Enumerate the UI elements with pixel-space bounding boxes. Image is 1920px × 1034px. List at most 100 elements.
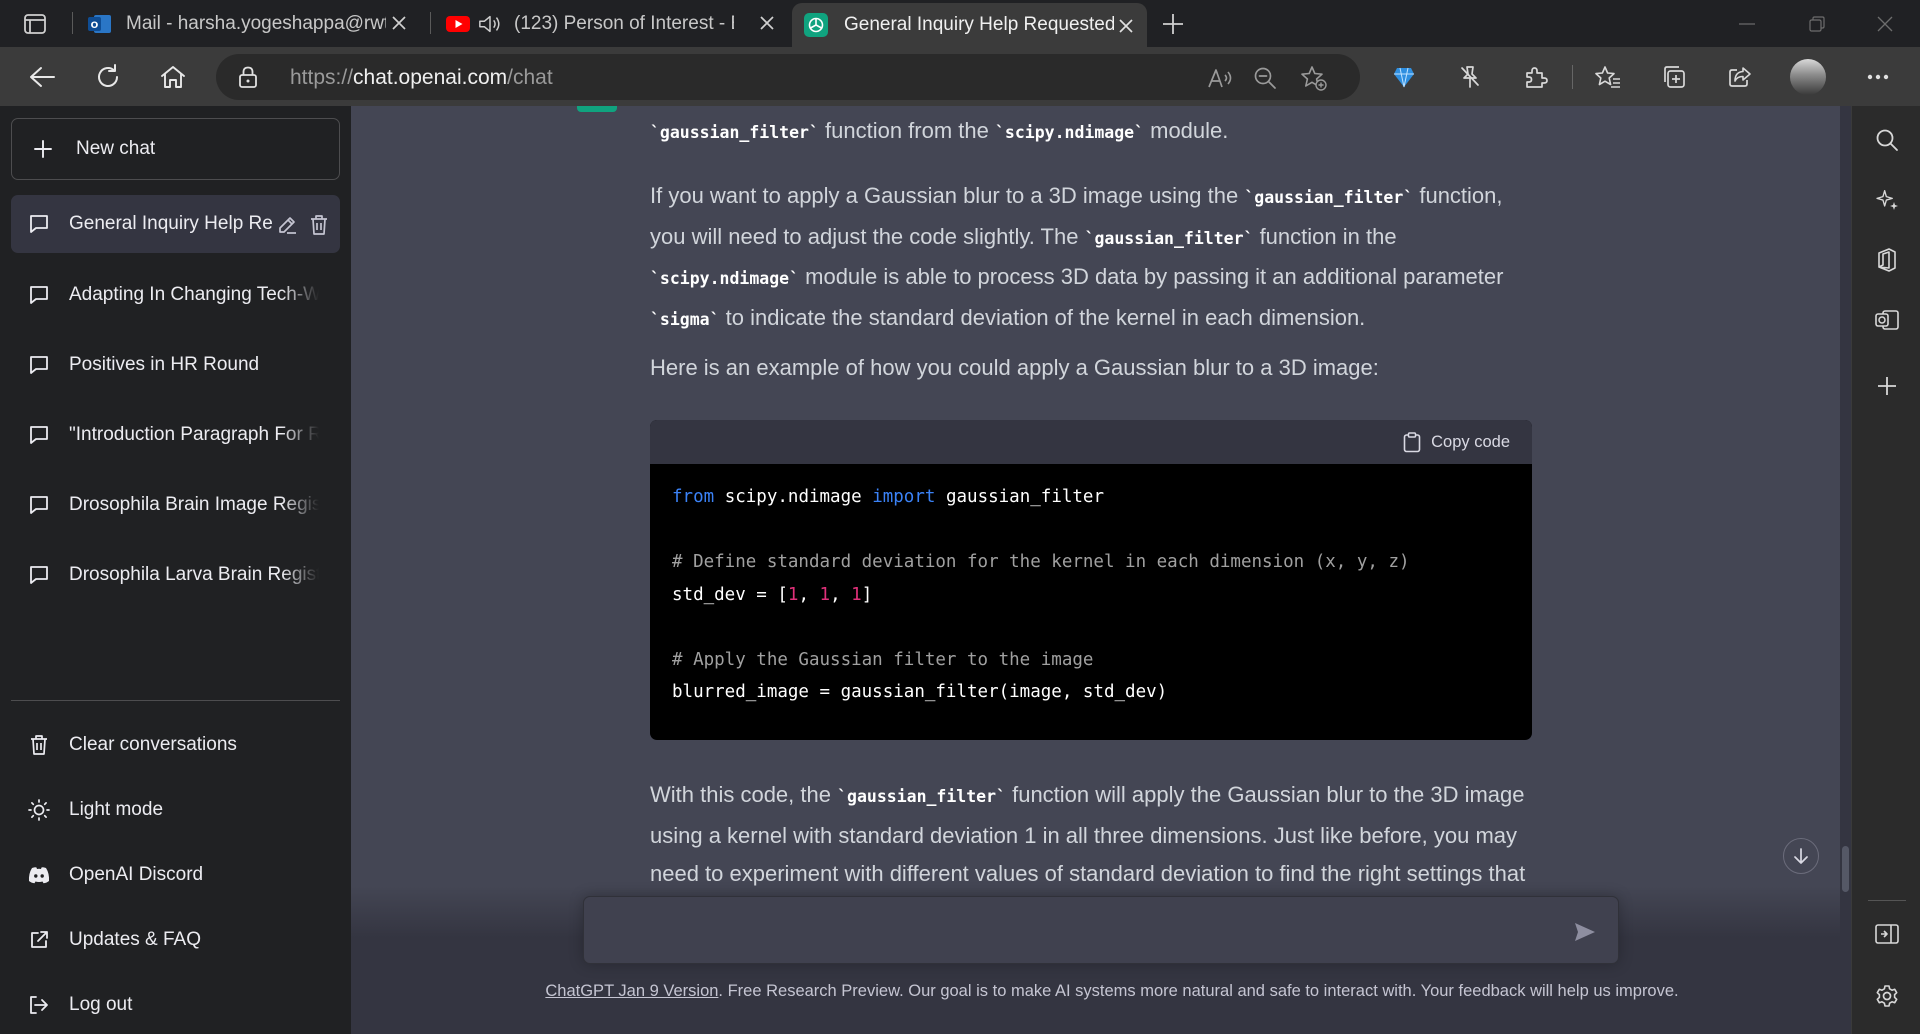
message-input[interactable] <box>602 915 1552 947</box>
paragraph-text: module is able to process 3D data by pas… <box>799 264 1504 289</box>
menu-label: Log out <box>69 994 133 1015</box>
version-link[interactable]: ChatGPT Jan 9 Version <box>545 982 718 1000</box>
conversation-item[interactable]: Adapting In Changing Tech-W <box>11 266 340 324</box>
conversation-item[interactable]: Positives in HR Round <box>11 336 340 394</box>
clear-conversations-button[interactable]: Clear conversations <box>11 717 340 773</box>
settings-more-icon[interactable] <box>1858 57 1898 97</box>
code-line: blurred_image = gaussian_filter(image, s… <box>672 682 1168 702</box>
chat-sidebar: New chat General Inquiry Help Re Adaptin… <box>0 106 351 1034</box>
code-number: 1 <box>851 584 862 605</box>
chat-bubble-icon <box>27 354 51 376</box>
conversation-label: Positives in HR Round <box>69 354 260 375</box>
lock-icon[interactable] <box>238 66 258 88</box>
tab-title: General Inquiry Help Requested <box>844 14 1114 35</box>
gear-icon[interactable] <box>1869 978 1905 1014</box>
edge-sidebar-divider <box>1868 900 1906 901</box>
collections-icon[interactable] <box>1654 57 1694 97</box>
code-token: , <box>830 584 852 605</box>
read-aloud-icon[interactable] <box>1204 62 1236 94</box>
code-number: 1 <box>819 584 831 605</box>
code-block: Copy code from scipy.ndimage import gaus… <box>650 420 1532 740</box>
back-button[interactable] <box>22 57 62 97</box>
hide-sidebar-icon[interactable] <box>1869 916 1905 952</box>
conversation-item[interactable]: Drosophila Larva Brain Registra <box>11 546 340 604</box>
extension-gem-icon[interactable] <box>1384 57 1424 97</box>
sidebar-divider <box>11 700 340 701</box>
code-number: 1 <box>787 584 799 605</box>
share-icon[interactable] <box>1720 57 1760 97</box>
inline-code: `scipy.ndimage` <box>994 123 1144 142</box>
code-token: gaussian_filter <box>935 487 1104 507</box>
minimize-button[interactable] <box>1712 0 1782 47</box>
extension-pin-icon[interactable] <box>1450 57 1490 97</box>
discover-sparkle-icon[interactable] <box>1869 182 1905 218</box>
conversation-item[interactable]: "Introduction Paragraph For Re <box>11 406 340 464</box>
browser-toolbar: https://chat.openai.com/chat <box>0 47 1920 106</box>
profile-avatar[interactable] <box>1790 59 1826 95</box>
delete-trash-icon[interactable] <box>307 213 331 237</box>
inline-code: `gaussian_filter` <box>650 123 819 142</box>
footer-disclaimer: ChatGPT Jan 9 Version. Free Research Pre… <box>351 982 1851 1001</box>
copy-code-button[interactable]: Copy code <box>1431 433 1510 452</box>
outlook-icon: O <box>88 12 112 36</box>
chat-bubble-icon <box>27 213 51 235</box>
conversation-label: Drosophila Brain Image Registr <box>69 494 319 515</box>
scrollbar-thumb[interactable] <box>1842 846 1849 892</box>
conversation-item[interactable]: Drosophila Brain Image Registr <box>11 476 340 534</box>
menu-label: Clear conversations <box>69 734 237 755</box>
home-button[interactable] <box>153 57 193 97</box>
light-mode-button[interactable]: Light mode <box>11 782 340 838</box>
code-block-header: Copy code <box>650 420 1532 464</box>
address-bar[interactable]: https://chat.openai.com/chat <box>216 54 1360 100</box>
browser-tab-strip: O Mail - harsha.yogeshappa@rwth (123) Pe… <box>0 0 1920 47</box>
restore-button[interactable] <box>1782 0 1852 47</box>
updates-faq-link[interactable]: Updates & FAQ <box>11 912 340 968</box>
url-scheme: https:// <box>290 66 354 89</box>
svg-text:O: O <box>91 21 99 31</box>
favorites-icon[interactable] <box>1588 57 1628 97</box>
close-tab-icon[interactable] <box>756 12 778 34</box>
discord-icon <box>27 866 51 884</box>
office-icon[interactable] <box>1869 242 1905 278</box>
search-icon[interactable] <box>1869 122 1905 158</box>
assistant-paragraph: If you want to apply a Gaussian blur to … <box>650 177 1540 339</box>
log-out-button[interactable]: Log out <box>11 977 340 1033</box>
add-favorite-icon[interactable] <box>1298 62 1330 94</box>
inline-code: `scipy.ndimage` <box>650 269 800 288</box>
edit-pencil-icon[interactable] <box>275 213 299 237</box>
tab-youtube[interactable]: (123) Person of Interest - En <box>438 0 788 47</box>
openai-discord-link[interactable]: OpenAI Discord <box>11 847 340 903</box>
outlook-sidebar-icon[interactable] <box>1869 302 1905 338</box>
code-token: scipy.ndimage <box>714 487 873 507</box>
new-tab-button[interactable] <box>1158 9 1188 39</box>
menu-label: OpenAI Discord <box>69 864 204 885</box>
conversation-label: "Introduction Paragraph For Re <box>69 424 319 445</box>
tab-actions-icon[interactable] <box>14 10 56 38</box>
scroll-to-bottom-button[interactable] <box>1783 838 1819 874</box>
refresh-button[interactable] <box>88 57 128 97</box>
paragraph-text: function in the <box>1253 223 1397 249</box>
add-sidebar-app-icon[interactable] <box>1869 368 1905 404</box>
close-window-button[interactable] <box>1850 0 1920 47</box>
close-tab-icon[interactable] <box>1115 15 1137 37</box>
inline-code: `gaussian_filter` <box>1084 228 1254 248</box>
speaker-icon[interactable] <box>478 12 502 36</box>
send-icon[interactable] <box>1572 919 1598 945</box>
chat-bubble-icon <box>27 564 51 586</box>
tab-mail[interactable]: O Mail - harsha.yogeshappa@rwth <box>80 0 420 47</box>
new-chat-button[interactable]: New chat <box>11 118 340 180</box>
chat-scrollbar[interactable] <box>1840 106 1851 1034</box>
chat-bubble-icon <box>27 424 51 446</box>
paragraph-text: to indicate the standard deviation of th… <box>719 304 1366 330</box>
assistant-paragraph: `gaussian_filter` function from the `sci… <box>650 112 1540 153</box>
zoom-out-icon[interactable] <box>1249 62 1281 94</box>
code-keyword: from <box>672 487 715 507</box>
message-composer[interactable] <box>583 896 1619 964</box>
close-tab-icon[interactable] <box>388 12 410 34</box>
tab-chatgpt[interactable]: General Inquiry Help Requested <box>792 3 1147 47</box>
assistant-paragraph: Here is an example of how you could appl… <box>650 355 1379 380</box>
conversation-item[interactable]: General Inquiry Help Re <box>11 195 340 253</box>
paragraph-text: module. <box>1144 118 1229 143</box>
url-text: https://chat.openai.com/chat <box>290 66 553 90</box>
extensions-puzzle-icon[interactable] <box>1516 57 1556 97</box>
